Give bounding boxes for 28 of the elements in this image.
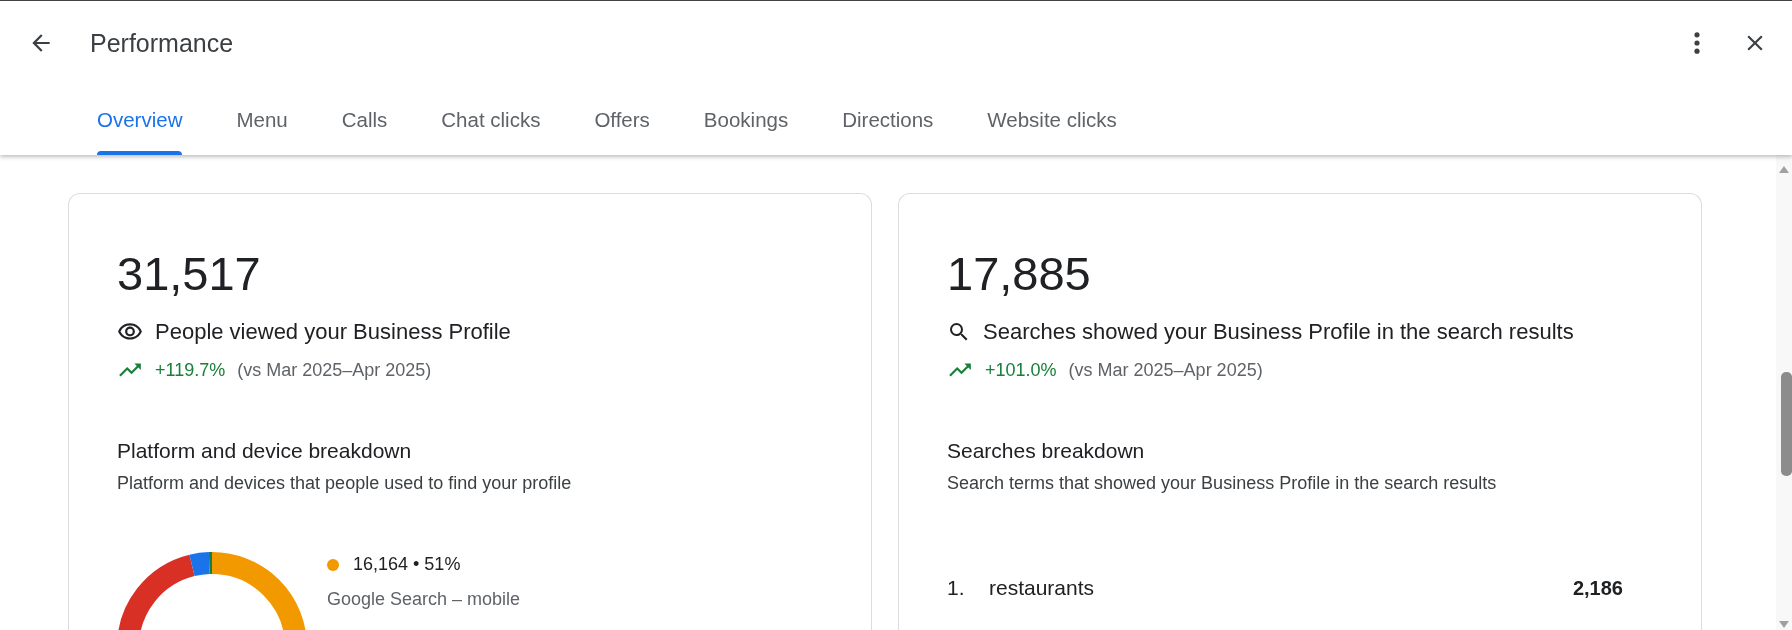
tab[interactable]: Directions (815, 85, 961, 155)
tab[interactable]: Bookings (676, 85, 816, 155)
search-count: 2,186 (1572, 576, 1623, 600)
legend-label: Google Search – mobile (327, 589, 521, 610)
tab[interactable]: Website clicks (960, 85, 1144, 155)
section-title: Platform and device breakdown (117, 439, 413, 463)
search-term: restaurants (989, 576, 1096, 600)
rank-number: 1. (947, 576, 966, 600)
tab[interactable]: Chat clicks (414, 85, 568, 155)
tab[interactable]: Offers (567, 85, 677, 155)
metric-description: Searches showed your Business Profile in the search results (983, 319, 1574, 345)
legend-value: 16,164 • 51% (353, 554, 461, 575)
comparison-period: (vs Mar 2025–Apr 2025) (237, 359, 432, 381)
metric-total: 17,885 (947, 250, 1092, 297)
tab[interactable]: Overview (70, 85, 210, 155)
page-title: Performance (90, 28, 235, 58)
section-subtitle: Search terms that showed your Business Profile in the search results (947, 473, 1498, 494)
tab[interactable]: Calls (314, 85, 415, 155)
metric-description: People viewed your Business Profile (155, 319, 511, 345)
tab[interactable]: Menu (209, 85, 315, 155)
comparison-period: (vs Mar 2025–Apr 2025) (1068, 359, 1263, 381)
section-subtitle: Platform and devices that people used to find your profile (117, 473, 573, 494)
more-vertical-icon (1694, 32, 1700, 54)
section-title: Searches breakdown (947, 439, 1146, 463)
change-percent: +119.7% (155, 359, 226, 381)
scrollbar[interactable] (1776, 155, 1792, 630)
metric-total: 31,517 (117, 250, 262, 297)
change-percent: +101.0% (985, 359, 1057, 381)
